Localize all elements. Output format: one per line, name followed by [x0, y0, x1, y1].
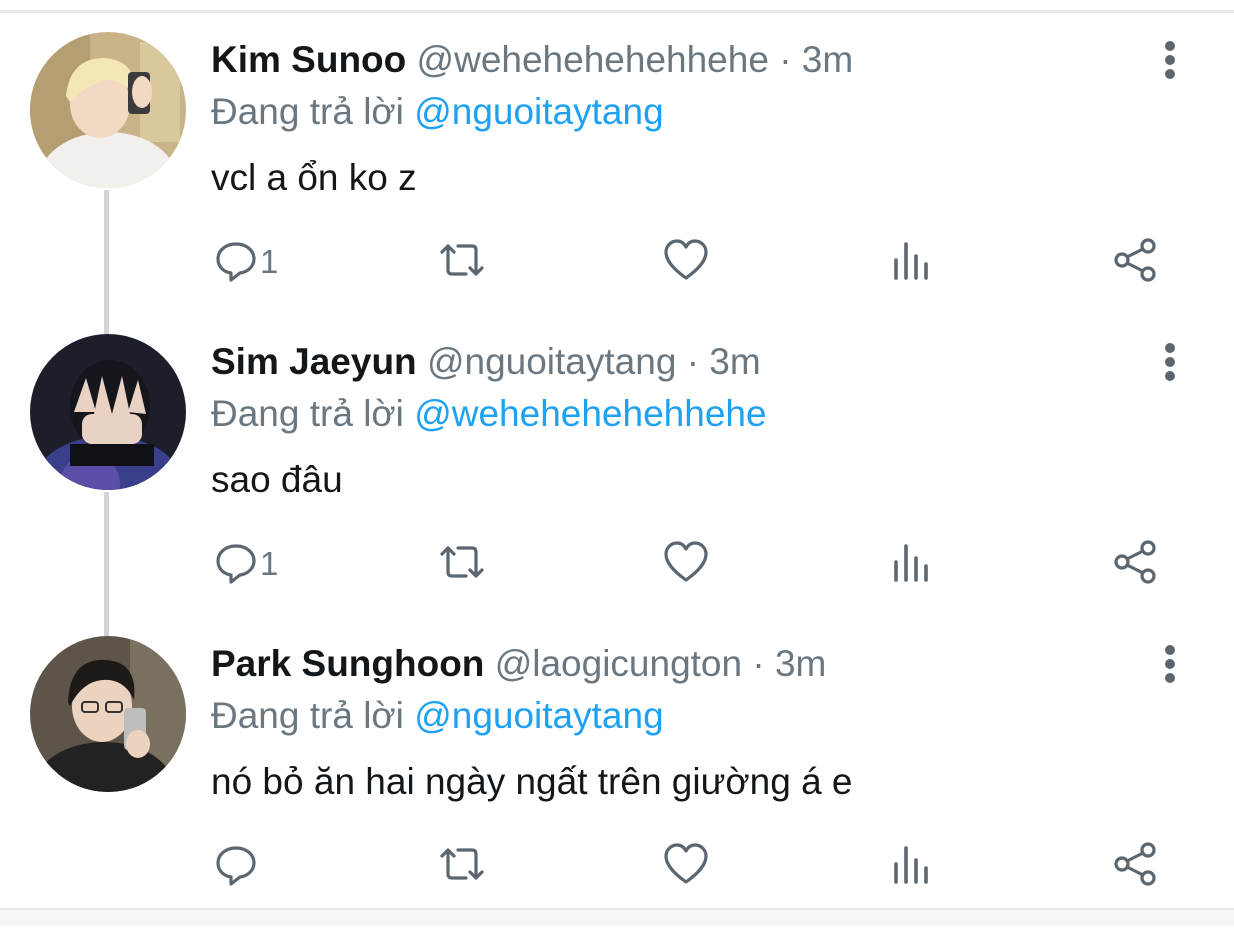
- more-options-icon[interactable]: [1150, 340, 1190, 384]
- avatar[interactable]: [30, 334, 186, 490]
- analytics-button[interactable]: [890, 836, 934, 896]
- reply-icon: [214, 540, 258, 589]
- more-options-icon[interactable]: [1150, 38, 1190, 82]
- tweet-actions: 1: [200, 534, 1200, 594]
- share-icon: [1112, 538, 1160, 591]
- display-name[interactable]: Park Sunghoon: [211, 643, 484, 684]
- reply-button[interactable]: [214, 836, 260, 896]
- reply-icon: [214, 238, 258, 287]
- reply-button[interactable]: 1: [214, 232, 278, 292]
- top-divider: [0, 0, 1234, 13]
- mention-link[interactable]: @wehehehehehhehe: [414, 393, 766, 434]
- analytics-icon: [890, 540, 934, 589]
- share-button[interactable]: [1112, 836, 1160, 896]
- timestamp[interactable]: · 3m: [779, 39, 853, 80]
- like-button[interactable]: [662, 836, 710, 896]
- more-options-icon[interactable]: [1150, 642, 1190, 686]
- user-handle[interactable]: @laogicungton: [495, 643, 742, 684]
- display-name[interactable]: Sim Jaeyun: [211, 341, 417, 382]
- replying-to: Đang trả lời @nguoitaytang: [211, 88, 664, 136]
- mention-link[interactable]: @nguoitaytang: [414, 695, 663, 736]
- tweet-header: Sim Jaeyun @nguoitaytang · 3m: [211, 338, 761, 386]
- analytics-icon: [890, 842, 934, 891]
- retweet-icon: [436, 238, 488, 287]
- tweet[interactable]: Sim Jaeyun @nguoitaytang · 3m Đang trả l…: [0, 334, 1234, 636]
- analytics-icon: [890, 238, 934, 287]
- replying-to-label: Đang trả lời: [211, 393, 415, 434]
- avatar[interactable]: [30, 32, 186, 188]
- reply-count: 1: [260, 243, 279, 280]
- user-handle[interactable]: @wehehehehehhehe: [417, 39, 769, 80]
- tweet[interactable]: Kim Sunoo @wehehehehehhehe · 3m Đang trả…: [0, 32, 1234, 334]
- bottom-divider: [0, 908, 1234, 926]
- tweet-text: vcl a ổn ko z: [211, 157, 417, 198]
- tweet-text: nó bỏ ăn hai ngày ngất trên giường á e: [211, 761, 853, 802]
- reply-count: 1: [260, 545, 279, 582]
- timestamp[interactable]: · 3m: [687, 341, 761, 382]
- retweet-button[interactable]: [436, 836, 488, 896]
- replying-to: Đang trả lời @wehehehehehhehe: [211, 390, 767, 438]
- share-button[interactable]: [1112, 232, 1160, 292]
- tweet-text: sao đâu: [211, 459, 343, 500]
- like-button[interactable]: [662, 534, 710, 594]
- retweet-button[interactable]: [436, 534, 488, 594]
- display-name[interactable]: Kim Sunoo: [211, 39, 406, 80]
- retweet-icon: [436, 540, 488, 589]
- share-icon: [1112, 840, 1160, 893]
- retweet-icon: [436, 842, 488, 891]
- share-button[interactable]: [1112, 534, 1160, 594]
- retweet-button[interactable]: [436, 232, 488, 292]
- replying-to: Đang trả lời @nguoitaytang: [211, 692, 664, 740]
- tweet-actions: 1: [200, 232, 1200, 292]
- reply-icon: [214, 842, 258, 891]
- like-icon: [662, 842, 710, 891]
- replying-to-label: Đang trả lời: [211, 91, 415, 132]
- share-icon: [1112, 236, 1160, 289]
- avatar[interactable]: [30, 636, 186, 792]
- mention-link[interactable]: @nguoitaytang: [414, 91, 663, 132]
- like-button[interactable]: [662, 232, 710, 292]
- analytics-button[interactable]: [890, 534, 934, 594]
- replying-to-label: Đang trả lời: [211, 695, 415, 736]
- like-icon: [662, 540, 710, 589]
- like-icon: [662, 238, 710, 287]
- tweet-header: Kim Sunoo @wehehehehehhehe · 3m: [211, 36, 853, 84]
- tweet[interactable]: Park Sunghoon @laogicungton · 3m Đang tr…: [0, 636, 1234, 938]
- tweet-actions: [200, 836, 1200, 896]
- reply-button[interactable]: 1: [214, 534, 278, 594]
- user-handle[interactable]: @nguoitaytang: [427, 341, 676, 382]
- analytics-button[interactable]: [890, 232, 934, 292]
- tweet-header: Park Sunghoon @laogicungton · 3m: [211, 640, 826, 688]
- timestamp[interactable]: · 3m: [752, 643, 826, 684]
